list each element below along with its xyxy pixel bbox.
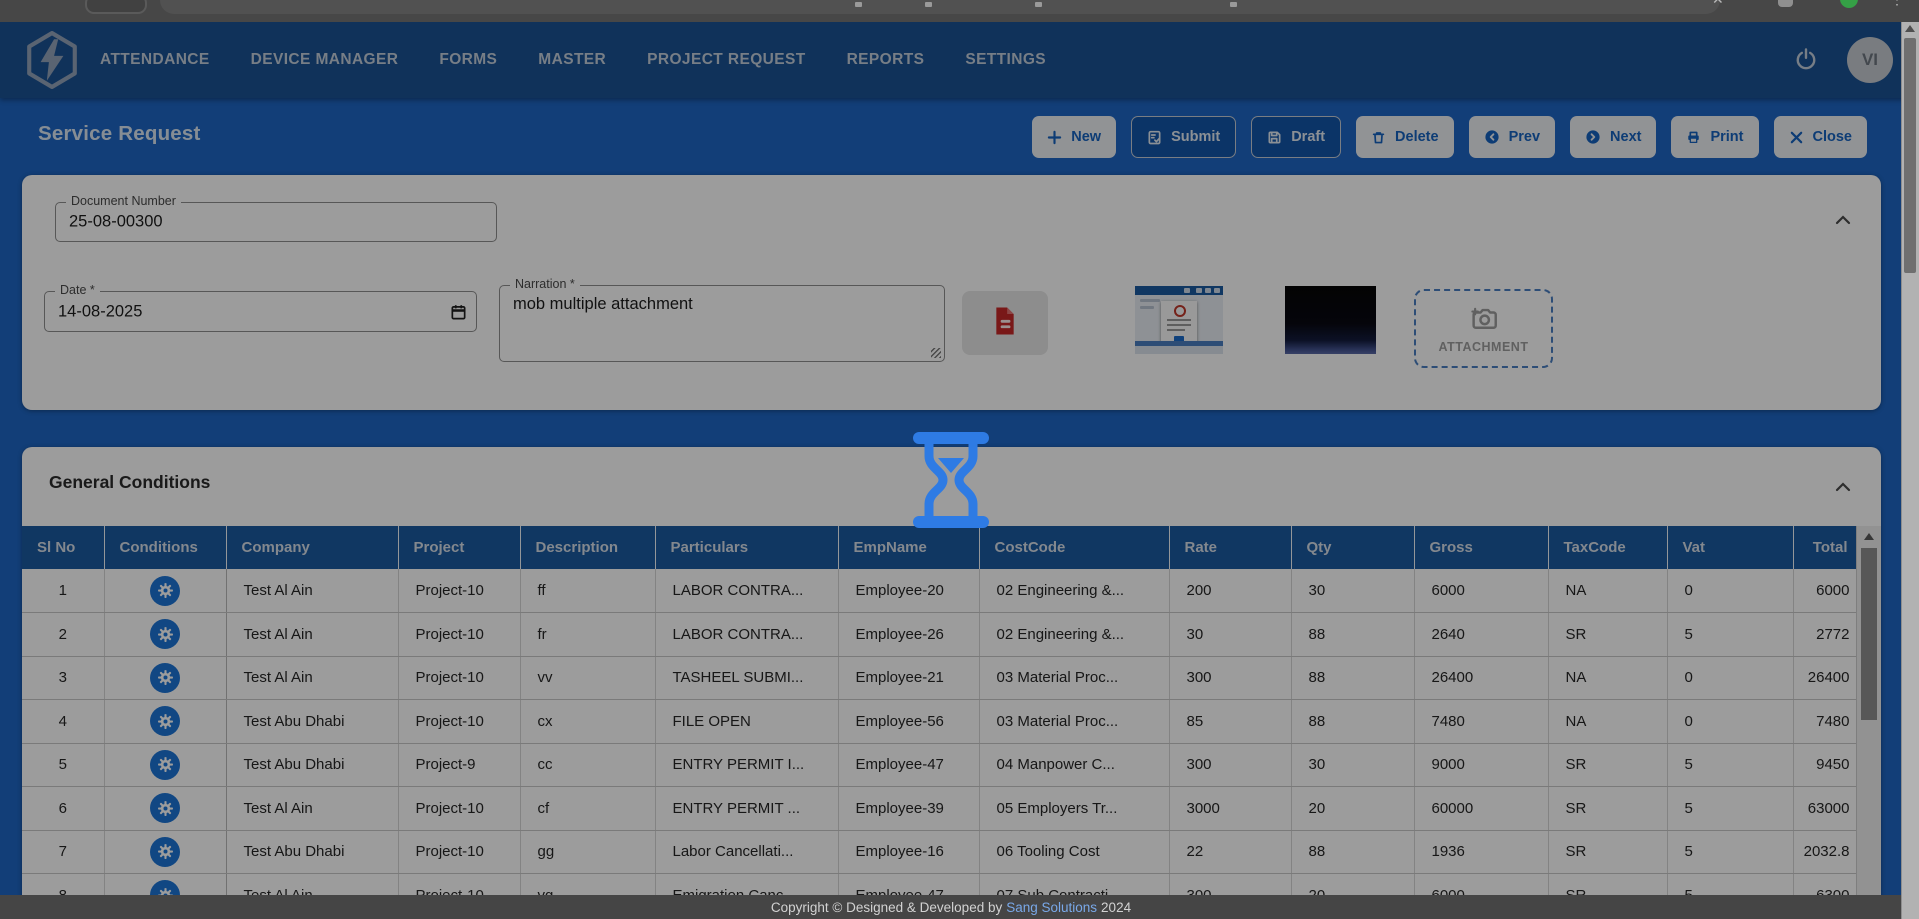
footer-year: 2024	[1101, 900, 1131, 915]
loading-hourglass-icon	[905, 430, 997, 535]
menu-dots-icon[interactable]: ⋮	[1890, 0, 1904, 8]
scroll-up-arrow-icon[interactable]	[1905, 25, 1915, 32]
find-close-icon[interactable]: ✕	[1712, 0, 1724, 8]
browser-tab[interactable]	[85, 0, 147, 14]
url-text-fragment	[855, 2, 862, 7]
browser-chrome-strip: ✕ ⋮	[0, 0, 1919, 22]
profile-icon[interactable]	[1840, 0, 1858, 8]
url-text-fragment	[1230, 2, 1237, 7]
url-text-fragment	[1035, 2, 1042, 7]
scrollbar-thumb[interactable]	[1904, 38, 1916, 273]
browser-address-bar[interactable]	[160, 0, 1720, 14]
footer-copyright-text: Copyright © Designed & Developed by	[771, 900, 1002, 915]
browser-scrollbar[interactable]	[1901, 22, 1919, 919]
footer-company-link[interactable]: Sang Solutions	[1006, 900, 1097, 915]
extension-icon[interactable]	[1778, 0, 1793, 7]
footer: Copyright © Designed & Developed by Sang…	[0, 895, 1902, 919]
url-text-fragment	[925, 2, 932, 7]
